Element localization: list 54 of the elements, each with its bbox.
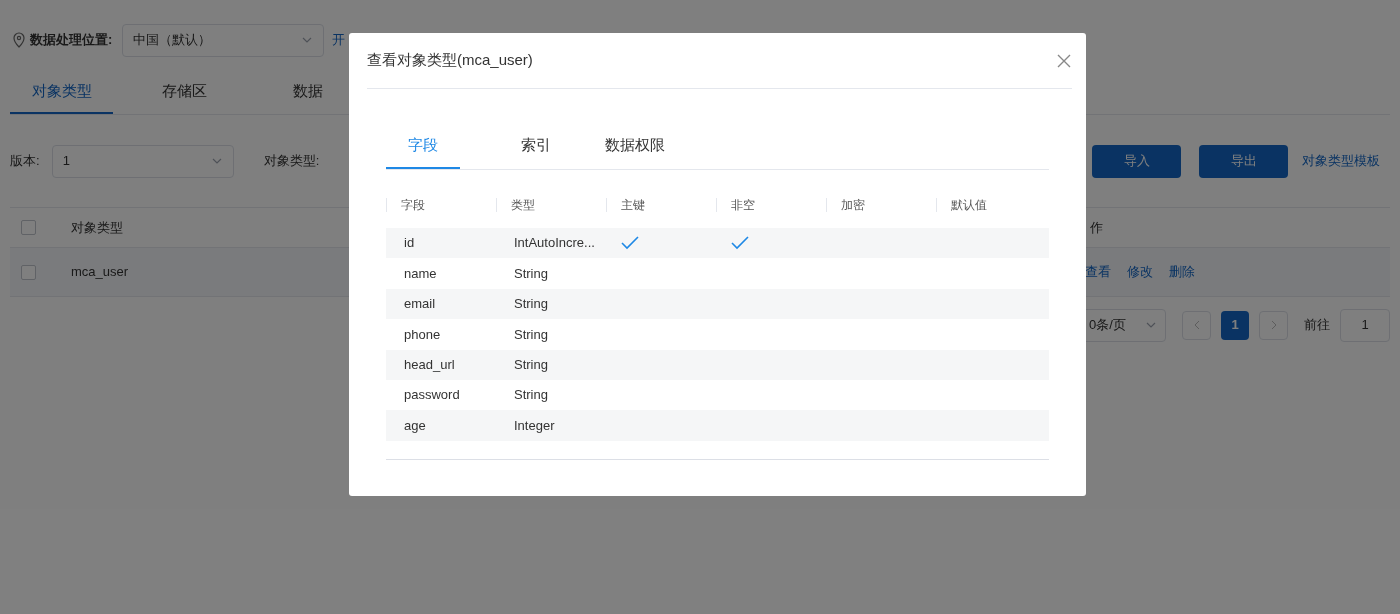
column-header: 作 [1090,218,1104,237]
page-button[interactable]: 1 [1221,310,1249,340]
table-cell-text: id [403,234,416,253]
action-button[interactable]: 导出 [1199,144,1288,178]
column-header: 默认值 [951,197,987,214]
table-cell-text: String [513,264,549,283]
checkbox[interactable] [20,264,36,280]
table-cell-text: String [513,325,549,344]
tab[interactable]: 存储区 [133,80,236,114]
goto-label: 前往 [1304,316,1330,335]
tab[interactable]: 数据权限 [592,134,678,169]
version-select[interactable]: 1 [51,144,234,178]
table-cell-text: String [513,386,549,405]
location-pin-icon [12,32,26,48]
column-header: 字段 [401,197,425,214]
type-label: 对象类型: [263,152,320,171]
table-cell-text: age [403,416,427,435]
dialog-title: 查看对象类型(mca_user) [367,50,533,71]
check-icon [620,235,640,252]
tab[interactable]: 索引 [500,134,572,169]
column-header: 非空 [731,197,755,214]
table-cell-text: String [513,356,549,374]
version-label: 版本: [10,152,40,171]
template-link[interactable]: 对象类型模板 [1302,151,1380,171]
close-icon[interactable] [1056,52,1072,69]
goto-field[interactable]: 1 [1340,308,1390,342]
column-header: 对象类型 [71,218,123,237]
column-header: 主键 [621,197,645,214]
row-action-link[interactable]: 删除 [1169,262,1195,282]
row-action-link[interactable]: 查看 [1085,262,1111,282]
chevron-right-icon [1269,320,1278,330]
location-select[interactable]: 中国（默认） [122,23,325,57]
table-cell-text: phone [403,325,442,344]
action-button[interactable]: 导入 [1092,144,1181,178]
column-header: 加密 [841,197,865,214]
table-cell-text: mca_user [71,263,129,282]
tab[interactable]: 字段 [386,134,460,169]
checkbox[interactable] [20,220,36,235]
table-cell-text: IntAutoIncre... [513,234,596,253]
chevron-left-icon [1192,320,1201,330]
link[interactable]: 开 [332,30,346,50]
table-cell-text: head_url [403,356,456,374]
tab[interactable]: 对象类型 [10,80,113,114]
table-cell-text: name [403,264,438,283]
next-page-button[interactable] [1259,310,1288,340]
table-cell-text: String [513,295,549,314]
check-icon [730,235,750,252]
prev-page-button[interactable] [1182,310,1211,340]
location-label: 数据处理位置: [30,31,113,50]
row-action-link[interactable]: 修改 [1127,262,1153,282]
column-header: 类型 [511,197,535,214]
table-cell-text: Integer [513,416,556,435]
table-cell-text: password [403,386,461,405]
table-cell-text: email [403,295,437,314]
